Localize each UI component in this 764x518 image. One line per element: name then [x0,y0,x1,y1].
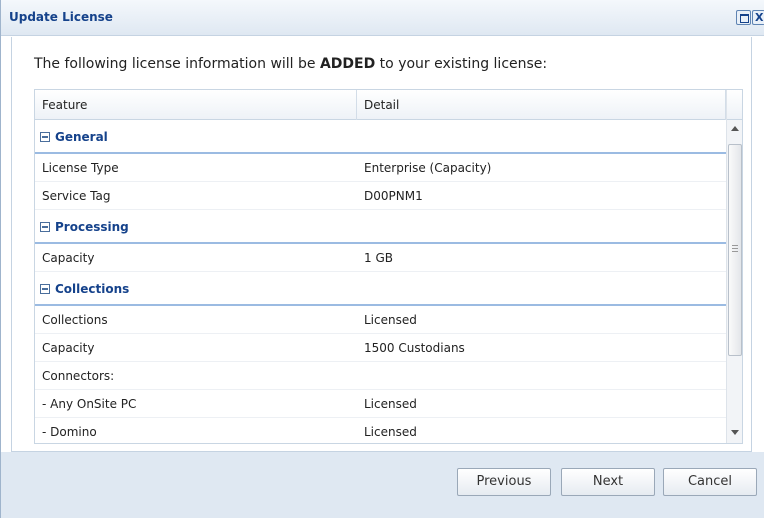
intro-before: The following license information will b… [34,56,320,72]
detail-cell: 1 GB [364,251,393,265]
feature-cell: Collections [42,313,108,327]
feature-cell: Service Tag [42,189,111,203]
collapse-icon[interactable] [40,132,50,142]
intro-after: to your existing license: [375,56,548,72]
vertical-scrollbar[interactable] [726,90,742,443]
maximize-icon[interactable] [736,10,751,25]
detail-cell: D00PNM1 [364,189,423,203]
grid-rows: General License Type Enterprise (Capacit… [35,120,726,443]
feature-cell: License Type [42,161,119,175]
license-grid: Feature Detail General License Type Ente… [34,89,743,444]
close-icon[interactable] [752,10,764,25]
table-row[interactable]: Capacity 1500 Custodians [35,334,726,362]
collapse-icon[interactable] [40,284,50,294]
grid-header: Feature Detail [35,90,742,120]
feature-cell: Capacity [42,251,95,265]
table-row[interactable]: License Type Enterprise (Capacity) [35,154,726,182]
intro-text: The following license information will b… [34,56,547,72]
feature-cell: - Any OnSite PC [42,397,137,411]
table-row[interactable]: - Any OnSite PC Licensed [35,390,726,418]
collapse-icon[interactable] [40,222,50,232]
table-row[interactable]: Service Tag D00PNM1 [35,182,726,210]
title-bar[interactable]: Update License [1,0,764,36]
scroll-down-icon[interactable] [731,430,739,435]
previous-button[interactable]: Previous [457,468,551,496]
group-header-collections[interactable]: Collections [35,272,726,306]
content-panel: The following license information will b… [11,37,752,452]
group-label: General [55,130,108,144]
detail-cell: Enterprise (Capacity) [364,161,492,175]
scroll-up-icon[interactable] [731,126,739,131]
intro-emphasis: ADDED [319,56,376,72]
next-button[interactable]: Next [561,468,655,496]
table-row[interactable]: - Domino Licensed [35,418,726,443]
grip-icon [732,245,738,252]
cancel-button[interactable]: Cancel [663,468,757,496]
detail-cell: Licensed [364,425,417,439]
feature-cell: Capacity [42,341,95,355]
column-header-detail[interactable]: Detail [357,90,726,120]
scrollbar-header-corner [727,90,742,120]
table-row[interactable]: Collections Licensed [35,306,726,334]
dialog-title: Update License [9,10,113,24]
group-header-processing[interactable]: Processing [35,210,726,244]
group-label: Collections [55,282,130,296]
detail-cell: Licensed [364,313,417,327]
table-row[interactable]: Capacity 1 GB [35,244,726,272]
scrollbar-thumb[interactable] [728,144,742,356]
table-row[interactable]: Connectors: [35,362,726,390]
group-header-general[interactable]: General [35,120,726,154]
column-header-feature[interactable]: Feature [35,90,357,120]
group-label: Processing [55,220,129,234]
feature-cell: - Domino [42,425,97,439]
detail-cell: Licensed [364,397,417,411]
update-license-dialog: Update License The following license inf… [0,0,764,518]
feature-cell: Connectors: [42,369,115,383]
detail-cell: 1500 Custodians [364,341,465,355]
